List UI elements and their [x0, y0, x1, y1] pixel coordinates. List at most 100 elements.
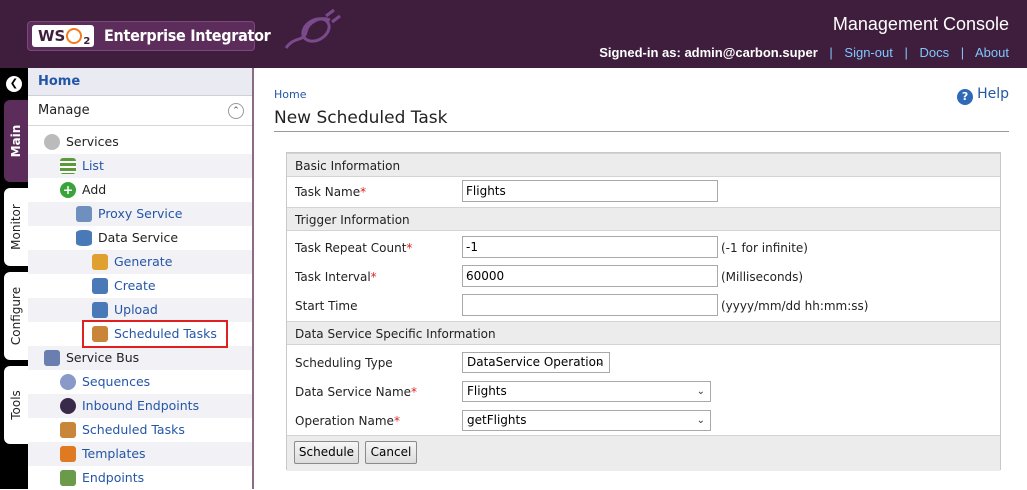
start-time-input[interactable]: [462, 294, 718, 316]
templates-icon: [60, 446, 76, 462]
service-bus-icon: [44, 350, 60, 366]
sidebar-item-generate[interactable]: Generate: [28, 250, 252, 274]
endpoints-icon: [60, 470, 76, 486]
sidebar-item-label: Inbound Endpoints: [82, 398, 200, 413]
create-icon: [92, 278, 108, 294]
sidebar-item-templates[interactable]: Templates: [28, 442, 252, 466]
start-time-label: Start Time: [295, 299, 358, 313]
wso2-logo-mark: WS 2: [32, 25, 94, 47]
data-service-name-select[interactable]: Flights ⌄: [462, 381, 711, 402]
task-interval-label: Task Interval*: [295, 270, 377, 284]
signed-in-label: Signed-in as:: [599, 45, 681, 60]
title-divider: [274, 131, 1009, 132]
tab-configure-label: Configure: [9, 286, 23, 346]
sequences-icon: [60, 374, 76, 390]
collapse-up-icon[interactable]: ⌃: [228, 103, 244, 119]
add-icon: +: [60, 182, 76, 198]
generate-icon: [92, 254, 108, 270]
sidebar-home-link[interactable]: Home: [28, 68, 252, 96]
sidebar: Home Manage ⌃ Services List + Add Proxy …: [28, 68, 254, 489]
operation-name-label: Operation Name*: [295, 414, 400, 428]
tab-monitor[interactable]: Monitor: [4, 188, 28, 266]
signed-in-user: admin@carbon.super: [684, 45, 818, 60]
sidebar-item-label: Upload: [114, 302, 158, 317]
sidebar-item-sequences[interactable]: Sequences: [28, 370, 252, 394]
sidebar-item-label: Add: [82, 182, 107, 197]
sidebar-item-inbound-endpoints[interactable]: Inbound Endpoints: [28, 394, 252, 418]
sidebar-item-esb-scheduled-tasks[interactable]: Scheduled Tasks: [28, 418, 252, 442]
scheduling-type-select[interactable]: DataService Operation ⌄: [462, 352, 610, 373]
collapse-menu-icon[interactable]: ❮: [6, 76, 22, 92]
chevron-down-icon: ⌄: [696, 386, 705, 397]
data-service-name-label: Data Service Name*: [295, 385, 418, 399]
section-basic-information: Basic Information: [287, 153, 1000, 177]
header-bar: WS 2 Enterprise Integrator Management Con…: [0, 0, 1027, 68]
about-link[interactable]: About: [975, 45, 1009, 60]
sidebar-item-label: Endpoints: [82, 470, 145, 485]
interval-hint: (Milliseconds): [721, 270, 804, 284]
highlight-annotation: [82, 320, 228, 348]
operation-name-select[interactable]: getFlights ⌄: [462, 410, 711, 431]
data-service-name-value: Flights: [467, 384, 507, 398]
scheduling-type-value: DataService Operation: [467, 355, 604, 369]
tab-configure[interactable]: Configure: [4, 272, 28, 360]
help-link[interactable]: ? Help: [957, 86, 1009, 105]
database-icon: [76, 230, 92, 246]
sidebar-item-label: Proxy Service: [98, 206, 183, 221]
product-name: Enterprise Integrator: [104, 26, 271, 45]
sidebar-item-service-bus[interactable]: Service Bus: [28, 346, 252, 370]
list-icon: [60, 158, 76, 174]
scheduled-task-icon: [60, 422, 76, 438]
sidebar-item-data-service[interactable]: Data Service: [28, 226, 252, 250]
manage-label: Manage: [38, 103, 90, 118]
sidebar-item-create[interactable]: Create: [28, 274, 252, 298]
sidebar-item-label: Scheduled Tasks: [82, 422, 185, 437]
proxy-service-icon: [76, 206, 92, 222]
sidebar-item-label: Service Bus: [66, 350, 140, 365]
sidebar-item-services[interactable]: Services: [28, 130, 252, 154]
section-data-service-specific: Data Service Specific Information: [287, 321, 1000, 345]
task-name-label: Task Name*: [295, 185, 367, 199]
scheduled-task-form: Basic Information Task Name* Flights Tri…: [286, 152, 1001, 471]
task-repeat-count-input[interactable]: -1: [462, 236, 718, 258]
help-icon: ?: [957, 89, 974, 105]
sidebar-item-add[interactable]: + Add: [28, 178, 252, 202]
main-content: Home ? Help New Scheduled Task Basic Info…: [256, 68, 1027, 489]
product-logo[interactable]: WS 2 Enterprise Integrator: [27, 21, 271, 51]
docs-link[interactable]: Docs: [919, 45, 949, 60]
sidebar-item-label: Templates: [82, 446, 146, 461]
upload-icon: [92, 302, 108, 318]
sidebar-item-label: Create: [114, 278, 156, 293]
user-bar: Signed-in as: admin@carbon.super | Sign-…: [599, 45, 1009, 60]
sidebar-item-label: Services: [66, 134, 119, 149]
task-interval-input[interactable]: 60000: [462, 265, 718, 287]
sign-out-link[interactable]: Sign-out: [844, 45, 892, 60]
section-trigger-information: Trigger Information: [287, 207, 1000, 231]
breadcrumb[interactable]: Home: [274, 88, 306, 101]
tab-main[interactable]: Main: [4, 100, 28, 182]
sidebar-item-upload[interactable]: Upload: [28, 298, 252, 322]
console-title: Management Console: [832, 14, 1009, 34]
cancel-button[interactable]: Cancel: [365, 441, 417, 464]
sidebar-manage-header[interactable]: Manage ⌃: [28, 96, 252, 126]
tab-tools[interactable]: Tools: [4, 366, 28, 444]
operation-name-value: getFlights: [467, 413, 527, 427]
tab-monitor-label: Monitor: [9, 204, 23, 250]
gear-icon: [44, 134, 60, 150]
chevron-down-icon: ⌄: [696, 415, 705, 426]
sidebar-item-label: Data Service: [98, 230, 179, 245]
sidebar-item-list[interactable]: List: [28, 154, 252, 178]
task-repeat-count-label: Task Repeat Count*: [295, 241, 413, 255]
task-name-input[interactable]: Flights: [462, 180, 718, 202]
schedule-button[interactable]: Schedule: [294, 441, 359, 464]
sidebar-item-proxy-service[interactable]: Proxy Service: [28, 202, 252, 226]
repeat-count-hint: (-1 for infinite): [721, 241, 808, 255]
scheduling-type-label: Scheduling Type: [295, 356, 393, 370]
sidebar-item-label: Generate: [114, 254, 173, 269]
sidebar-item-endpoints[interactable]: Endpoints: [28, 466, 252, 490]
start-time-hint: (yyyy/mm/dd hh:mm:ss): [721, 299, 869, 313]
plug-icon: [284, 8, 341, 49]
inbound-endpoint-icon: [60, 398, 76, 414]
chevron-down-icon: ⌄: [595, 357, 604, 368]
page-title: New Scheduled Task: [274, 108, 448, 128]
